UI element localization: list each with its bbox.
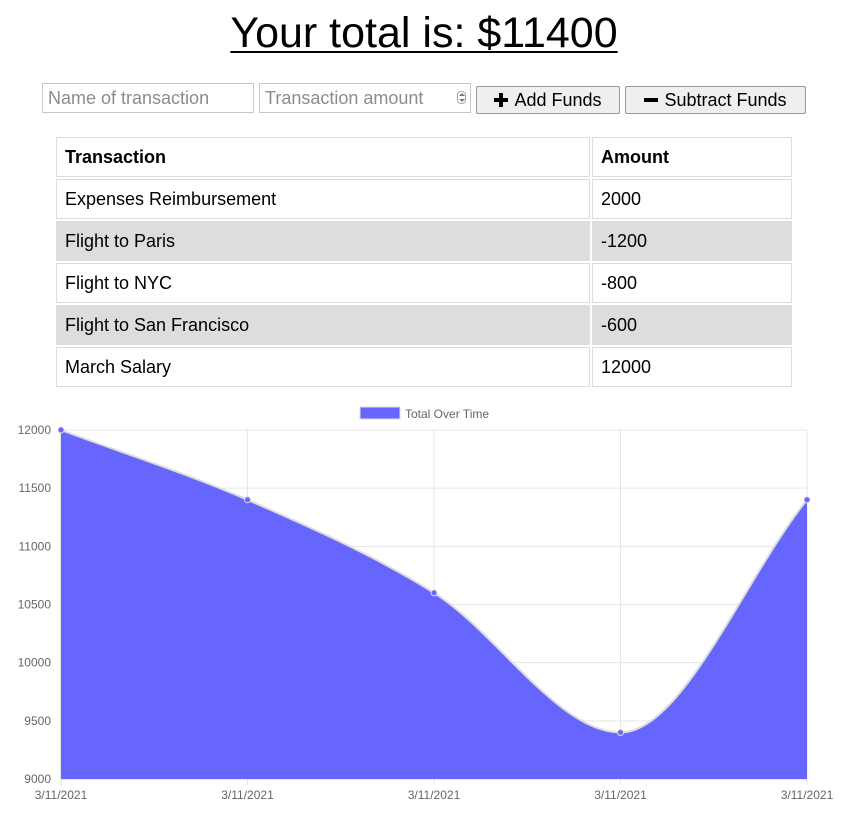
subtract-funds-button[interactable]: Subtract Funds	[625, 86, 806, 114]
y-tick-label: 10500	[18, 598, 52, 612]
x-tick-label: 3/11/2021	[35, 788, 88, 802]
y-tick-label: 11500	[19, 481, 52, 495]
table-row: Flight to Paris -1200	[56, 221, 792, 261]
transaction-name-cell: March Salary	[56, 347, 590, 387]
add-funds-button[interactable]: Add Funds	[476, 86, 620, 114]
x-tick-label: 3/11/2021	[594, 788, 647, 802]
y-tick-label: 9500	[24, 714, 51, 728]
transaction-name-cell: Flight to Paris	[56, 221, 590, 261]
transaction-amount-cell: -600	[592, 305, 792, 345]
plus-icon	[494, 93, 509, 107]
amount-column-header: Amount	[592, 137, 792, 177]
transaction-name-input[interactable]	[42, 83, 254, 113]
legend-swatch	[359, 406, 401, 420]
y-tick-label: 9000	[24, 772, 51, 786]
legend-label: Total Over Time	[405, 407, 489, 421]
transaction-name-cell: Flight to San Francisco	[56, 305, 590, 345]
number-spinner-icon[interactable]	[457, 91, 466, 104]
chart-canvas: 12000 11500 11000 10500 10000 9500 9000 3/11/20…	[18, 406, 834, 802]
x-tick-label: 3/11/2021	[221, 788, 274, 802]
data-point	[617, 728, 624, 736]
transaction-amount-input[interactable]	[259, 83, 471, 113]
table-header-row: Transaction Amount	[56, 137, 792, 177]
transaction-amount-cell: 12000	[592, 347, 792, 387]
y-tick-label: 10000	[18, 656, 52, 670]
transaction-name-cell: Expenses Reimbursement	[56, 179, 590, 219]
subtract-funds-label: Subtract Funds	[664, 89, 787, 110]
transaction-amount-cell: -800	[592, 263, 792, 303]
table-row: Flight to NYC -800	[56, 263, 792, 303]
total-over-time-chart: 12000 11500 11000 10500 10000 9500 9000 3/11/20…	[0, 400, 848, 820]
x-tick-label: 3/11/2021	[408, 788, 461, 802]
table-row: March Salary 12000	[56, 347, 792, 387]
transaction-name-cell: Flight to NYC	[56, 263, 590, 303]
transaction-amount-cell: 2000	[592, 179, 792, 219]
transaction-amount-cell: -1200	[592, 221, 792, 261]
data-point	[803, 496, 811, 504]
table-row: Flight to San Francisco -600	[56, 305, 792, 345]
table-row: Expenses Reimbursement 2000	[56, 179, 792, 219]
minus-icon	[644, 93, 659, 107]
transaction-amount-field	[259, 83, 471, 113]
transaction-table: Transaction Amount Expenses Reimbursemen…	[54, 135, 794, 389]
data-point	[430, 589, 438, 597]
add-funds-label: Add Funds	[514, 89, 602, 110]
x-tick-label: 3/11/2021	[781, 788, 834, 802]
transaction-column-header: Transaction	[56, 137, 590, 177]
total-heading: Your total is: $11400	[230, 9, 618, 57]
data-point	[57, 426, 65, 434]
y-tick-label: 12000	[18, 423, 52, 437]
data-point	[244, 496, 251, 504]
y-tick-label: 11000	[19, 539, 52, 553]
